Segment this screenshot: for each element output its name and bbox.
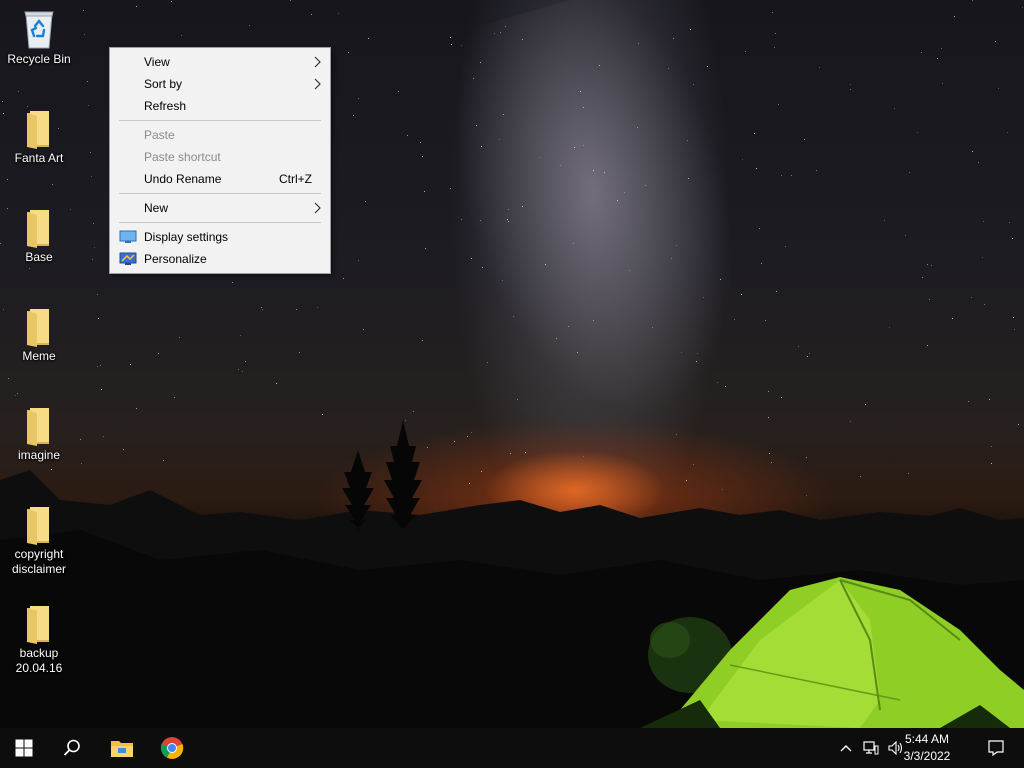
menu-separator — [119, 120, 321, 121]
menu-item-label: View — [144, 55, 170, 69]
show-hidden-icons-button[interactable] — [834, 728, 858, 768]
desktop-folder-imagine[interactable]: imagine — [2, 404, 76, 463]
folder-icon — [27, 309, 49, 347]
folder-icon — [27, 408, 49, 446]
desktop-icon-recycle-bin[interactable]: Recycle Bin — [2, 8, 76, 67]
menu-item-label: Refresh — [144, 99, 187, 113]
desktop-folder-copyright-disclaimer[interactable]: copyright disclaimer — [2, 503, 76, 577]
menu-item-paste-shortcut[interactable]: Paste shortcut — [110, 146, 330, 168]
menu-item-sort-by[interactable]: Sort by — [110, 73, 330, 95]
menu-item-view[interactable]: View — [110, 51, 330, 73]
search-button[interactable] — [48, 728, 96, 768]
folder-label: Base — [25, 250, 53, 264]
action-center-button[interactable] — [976, 728, 1016, 768]
chevron-right-icon — [314, 202, 321, 214]
menu-item-label: Undo Rename — [144, 172, 222, 186]
folder-icon — [27, 606, 49, 644]
folder-label: backup 20.04.16 — [15, 646, 63, 675]
network-icon — [863, 741, 879, 755]
network-button[interactable] — [858, 728, 884, 768]
menu-item-label: New — [144, 201, 169, 215]
desktop-folder-base[interactable]: Base — [2, 206, 76, 265]
start-button[interactable] — [0, 728, 48, 768]
recycle-bin-icon — [24, 11, 54, 49]
menu-item-new[interactable]: New — [110, 197, 330, 219]
clock-time[interactable]: 5:44 AM — [892, 732, 962, 746]
folder-icon — [27, 507, 49, 545]
desktop-folder-fanta-art[interactable]: Fanta Art — [2, 107, 76, 166]
chevron-up-icon — [840, 745, 852, 752]
desktop-context-menu: View Sort by Refresh Paste Paste shortcu… — [109, 47, 331, 274]
menu-item-label: Sort by — [144, 77, 183, 91]
chevron-right-icon — [314, 78, 321, 90]
folder-icon — [27, 210, 49, 248]
chrome-button[interactable] — [148, 728, 196, 768]
folder-label: copyright disclaimer — [11, 547, 66, 576]
desktop-wallpaper[interactable]: Recycle Bin Fanta Art Base Meme imagine … — [0, 0, 1024, 768]
folder-label: imagine — [17, 448, 61, 462]
folder-label: Fanta Art — [14, 151, 64, 165]
notification-icon — [988, 740, 1004, 756]
menu-item-label: Personalize — [144, 252, 207, 266]
start-windows-icon — [15, 739, 33, 757]
search-icon — [63, 739, 80, 756]
recycle-bin-label: Recycle Bin — [7, 52, 71, 66]
menu-item-display-settings[interactable]: Display settings — [110, 226, 330, 248]
menu-item-personalize[interactable]: Personalize — [110, 248, 330, 270]
menu-item-shortcut: Ctrl+Z — [279, 172, 312, 186]
personalize-icon — [119, 252, 137, 265]
desktop-folder-backup[interactable]: backup 20.04.16 — [2, 602, 76, 676]
menu-item-label: Paste shortcut — [144, 150, 221, 164]
menu-separator — [119, 193, 321, 194]
desktop-folder-meme[interactable]: Meme — [2, 305, 76, 364]
chevron-right-icon — [314, 56, 321, 68]
menu-item-undo-rename[interactable]: Undo Rename Ctrl+Z — [110, 168, 330, 190]
display-settings-icon — [119, 230, 137, 243]
file-explorer-icon — [111, 741, 133, 757]
clock-date[interactable]: 3/3/2022 — [892, 749, 962, 763]
menu-item-label: Paste — [144, 128, 175, 142]
menu-item-label: Display settings — [144, 230, 229, 244]
menu-separator — [119, 222, 321, 223]
menu-item-refresh[interactable]: Refresh — [110, 95, 330, 117]
file-explorer-button[interactable] — [98, 728, 146, 768]
menu-item-paste[interactable]: Paste — [110, 124, 330, 146]
chrome-icon — [160, 737, 184, 759]
folder-icon — [27, 111, 49, 149]
folder-label: Meme — [22, 349, 56, 363]
taskbar: 5:44 AM 3/3/2022 — [0, 728, 1024, 768]
